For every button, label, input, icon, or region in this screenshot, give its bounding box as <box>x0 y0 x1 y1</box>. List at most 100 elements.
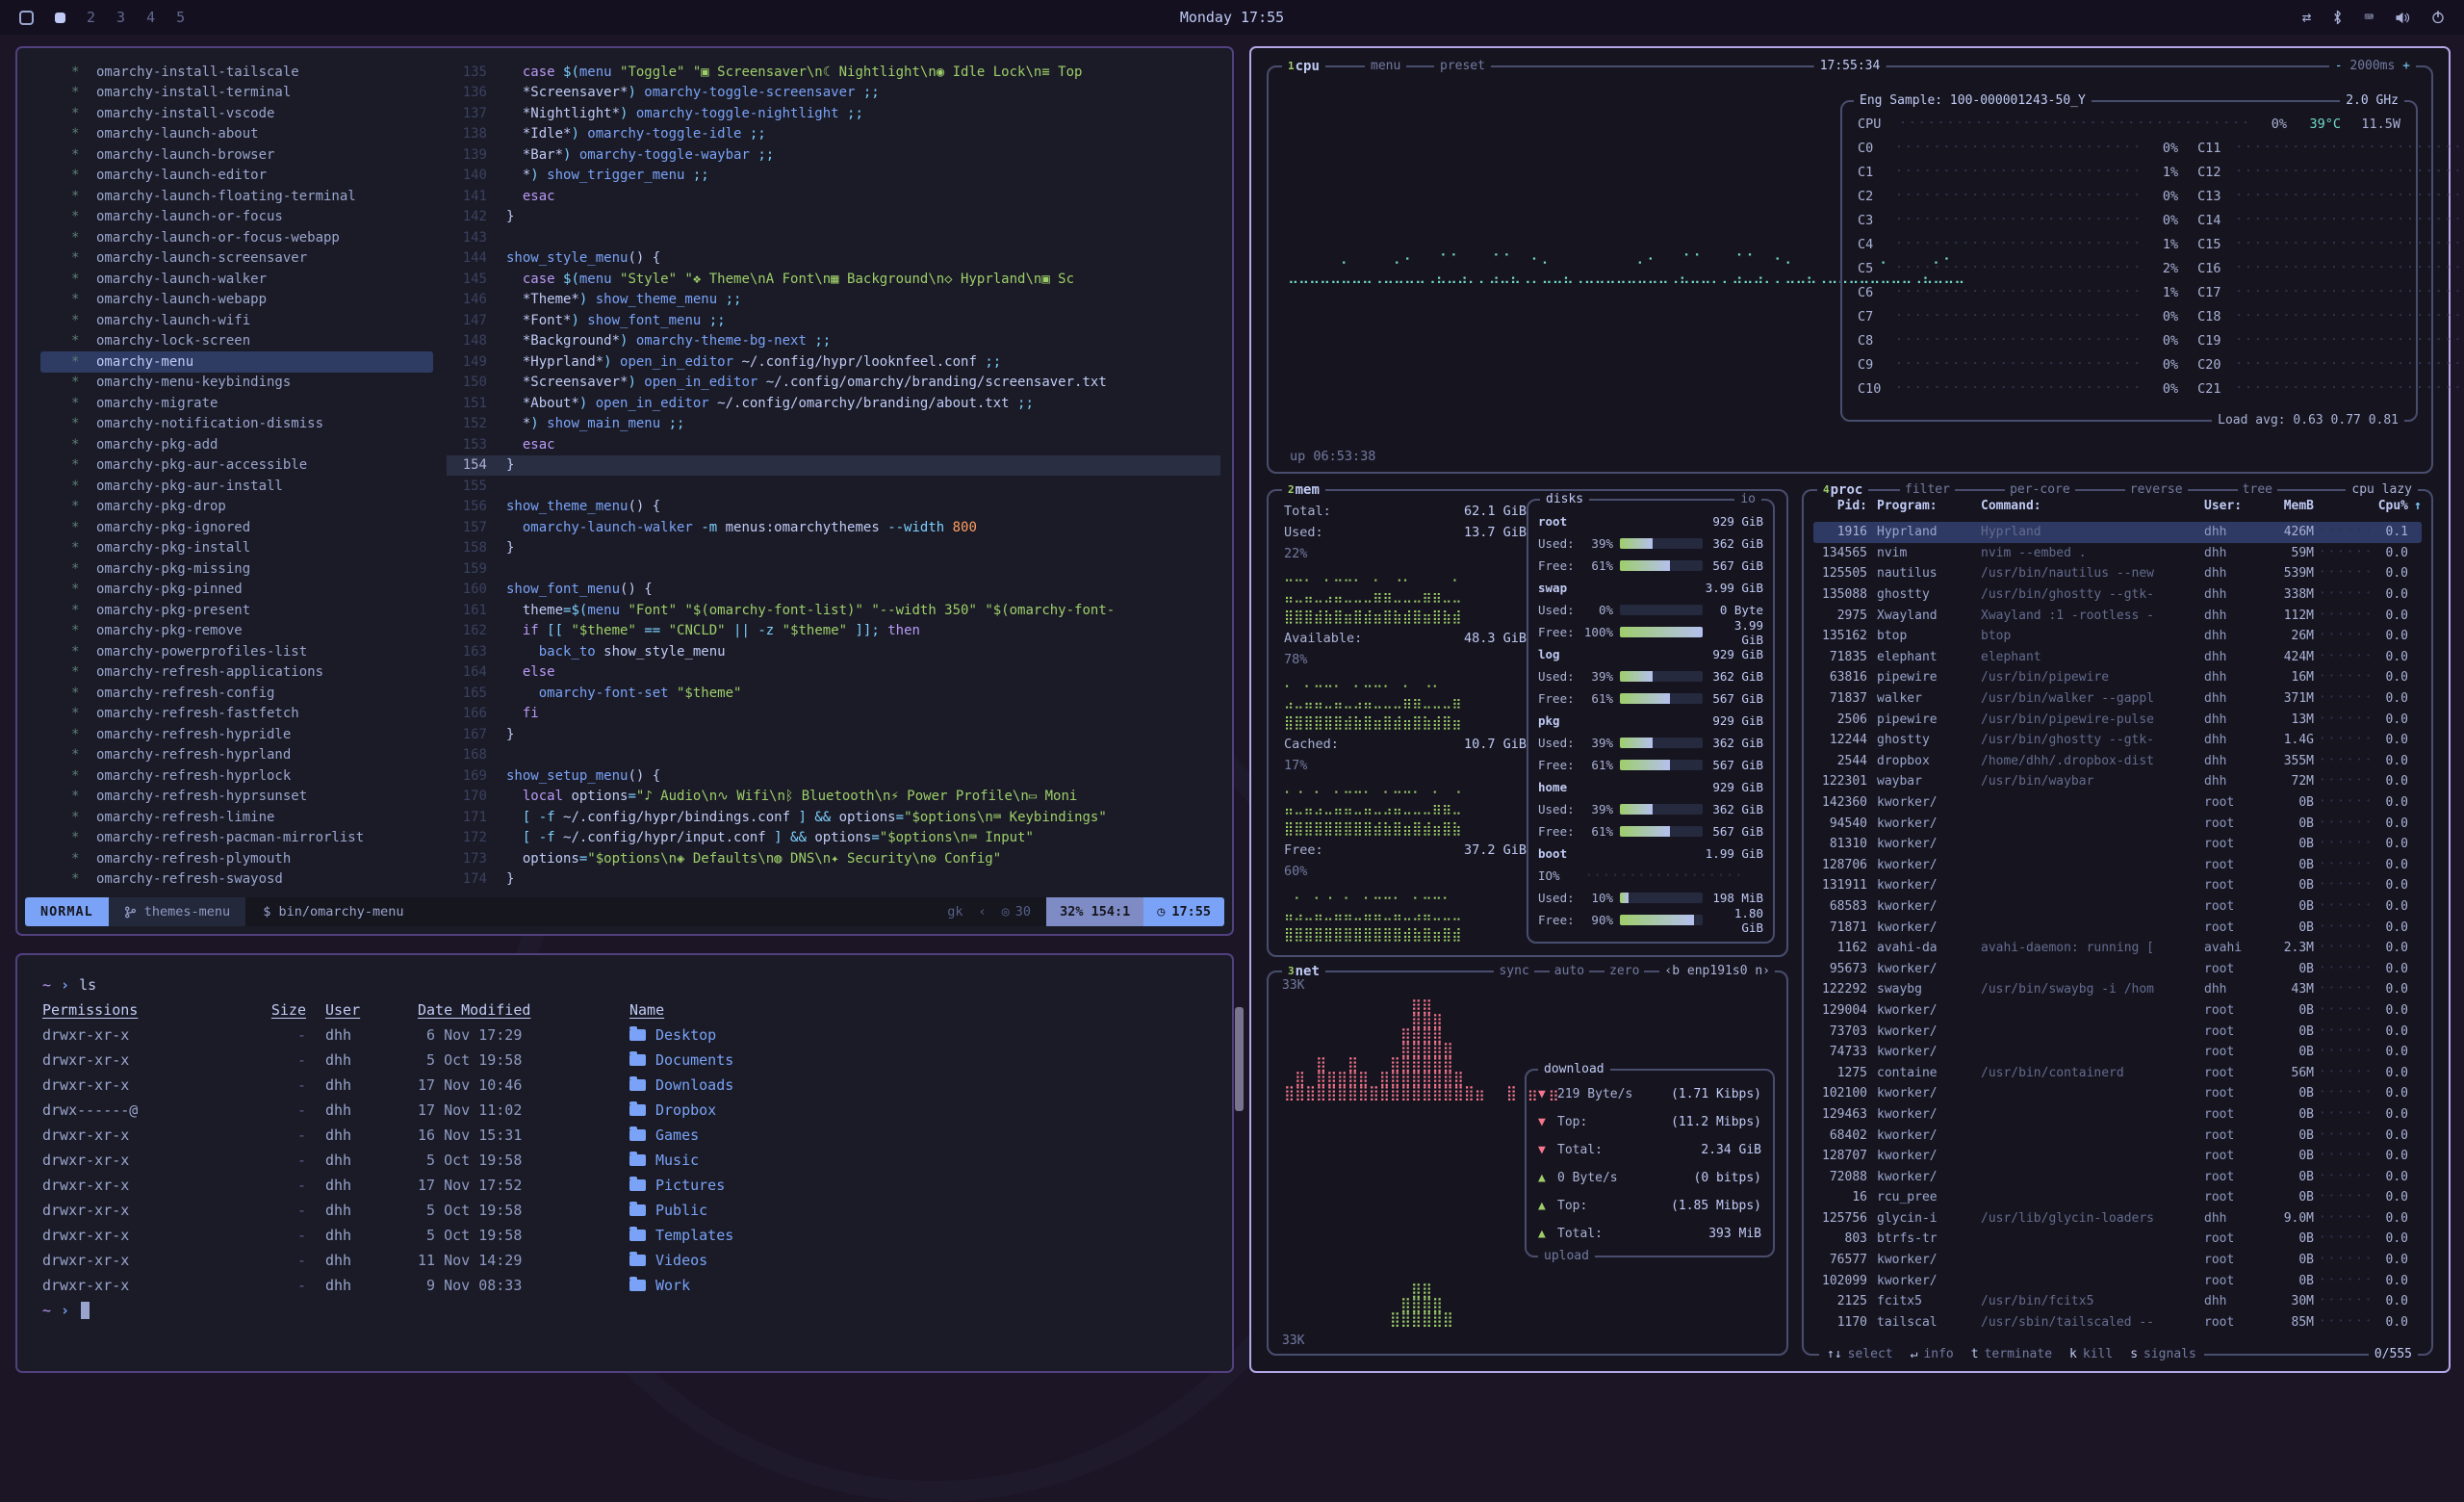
process-row[interactable]: 102099kworker/root0B⠂⠂⠂⠂⠂⠂⠂⠂⠂⠂0.0 <box>1813 1270 2422 1291</box>
preset-button[interactable]: preset <box>1434 58 1491 75</box>
file-tree-item[interactable]: *omarchy-pkg-install <box>40 538 433 559</box>
volume-icon[interactable] <box>2395 12 2410 24</box>
code-line[interactable]: 159 <box>447 558 1220 580</box>
process-row[interactable]: 73703kworker/root0B⠂⠂⠂⠂⠂⠂⠂⠂⠂⠂0.0 <box>1813 1021 2422 1042</box>
proc-footer-action[interactable]: ↵info <box>1911 1346 1954 1363</box>
file-tree-item[interactable]: *omarchy-refresh-swayosd <box>40 869 433 891</box>
process-row[interactable]: 134565nvimnvim --embed .dhh59M⠂⠂⠂⠂⠂⠂⠂⠂⠂⠂… <box>1813 543 2422 564</box>
workspace-1-active-indicator[interactable] <box>55 13 65 23</box>
process-sort-mode[interactable]: cpu lazy <box>2346 481 2418 499</box>
process-row[interactable]: 81310kworker/root0B⠂⠂⠂⠂⠂⠂⠂⠂⠂⠂0.0 <box>1813 834 2422 855</box>
code-line[interactable]: 162 if [[ "$theme" == "CNCLD" || -z "$th… <box>447 621 1220 642</box>
network-interface[interactable]: ‹b enp191s0 n› <box>1659 963 1775 980</box>
workspace-4-button[interactable]: 4 <box>146 9 155 26</box>
code-line[interactable]: 148 *Background*) omarchy-theme-bg-next … <box>447 331 1220 352</box>
file-tree-item[interactable]: *omarchy-powerprofiles-list <box>40 641 433 662</box>
file-tree-item[interactable]: *omarchy-pkg-add <box>40 434 433 455</box>
menu-button[interactable]: menu <box>1365 58 1406 75</box>
file-tree-item[interactable]: *omarchy-launch-browser <box>40 144 433 166</box>
process-row[interactable]: 2975XwaylandXwayland :1 -rootless -dhh11… <box>1813 605 2422 626</box>
proc-footer-action[interactable]: ssignals <box>2130 1346 2196 1363</box>
file-tree-item[interactable]: *omarchy-launch-editor <box>40 166 433 187</box>
code-line[interactable]: 169show_setup_menu() { <box>447 765 1220 787</box>
code-line[interactable]: 172 [ -f ~/.config/hypr/input.conf ] && … <box>447 828 1220 849</box>
code-line[interactable]: 139 *Bar*) omarchy-toggle-waybar ;; <box>447 144 1220 166</box>
code-line[interactable]: 155 <box>447 476 1220 497</box>
process-row[interactable]: 95673kworker/root0B⠂⠂⠂⠂⠂⠂⠂⠂⠂⠂0.0 <box>1813 958 2422 979</box>
process-row[interactable]: 129004kworker/root0B⠂⠂⠂⠂⠂⠂⠂⠂⠂⠂0.0 <box>1813 1000 2422 1022</box>
code-line[interactable]: 151 *About*) open_in_editor ~/.config/om… <box>447 393 1220 414</box>
file-tree-item[interactable]: *omarchy-pkg-remove <box>40 621 433 642</box>
process-row[interactable]: 1162avahi-daavahi-daemon: running [avahi… <box>1813 938 2422 959</box>
terminal-window[interactable]: ~ › ls PermissionsSizeUserDate ModifiedN… <box>15 953 1234 1373</box>
net-option-zero[interactable]: zero <box>1604 963 1644 980</box>
process-row[interactable]: 2125fcitx5/usr/bin/fcitx5dhh30M⠂⠂⠂⠂⠂⠂⠂⠂⠂… <box>1813 1291 2422 1312</box>
code-line[interactable]: 174} <box>447 869 1220 891</box>
code-line[interactable]: 142} <box>447 207 1220 228</box>
file-tree-item[interactable]: *omarchy-refresh-config <box>40 683 433 704</box>
process-row[interactable]: 1916HyprlandHyprlanddhh426M⠂⠂⠂⠂⠂⠂⠂⠂⠂⠂0.1 <box>1813 522 2422 543</box>
file-tree-item[interactable]: *omarchy-menu <box>40 351 433 373</box>
process-row[interactable]: 1275containe/usr/bin/containerdroot56M⠂⠂… <box>1813 1062 2422 1083</box>
process-row[interactable]: 129463kworker/root0B⠂⠂⠂⠂⠂⠂⠂⠂⠂⠂0.0 <box>1813 1104 2422 1126</box>
proc-column-header[interactable]: Pid: <box>1813 499 1877 513</box>
process-row[interactable]: 2544dropbox/home/dhh/.dropbox-distdhh355… <box>1813 751 2422 772</box>
process-row[interactable]: 125756glycin-i/usr/lib/glycin-loadersdhh… <box>1813 1208 2422 1230</box>
proc-column-header[interactable]: User: <box>2204 499 2260 513</box>
code-line[interactable]: 145 case $(menu "Style" "❖ Theme\nA Font… <box>447 269 1220 290</box>
code-line[interactable]: 153 esac <box>447 434 1220 455</box>
file-tree-item[interactable]: *omarchy-refresh-hyprsunset <box>40 787 433 808</box>
workspace-5-button[interactable]: 5 <box>176 9 185 26</box>
code-line[interactable]: 168 <box>447 745 1220 766</box>
process-row[interactable]: 1170tailscal/usr/sbin/tailscaled --root8… <box>1813 1312 2422 1331</box>
interval-increase-button[interactable]: + <box>2402 59 2410 73</box>
file-tree-item[interactable]: *omarchy-launch-or-focus-webapp <box>40 227 433 248</box>
code-line[interactable]: 160show_font_menu() { <box>447 580 1220 601</box>
file-tree-item[interactable]: *omarchy-install-terminal <box>40 83 433 104</box>
process-row[interactable]: 71835elephantelephantdhh424M⠂⠂⠂⠂⠂⠂⠂⠂⠂⠂0.… <box>1813 647 2422 668</box>
process-row[interactable]: 16rcu_preeroot0B⠂⠂⠂⠂⠂⠂⠂⠂⠂⠂0.0 <box>1813 1187 2422 1208</box>
proc-option-tree[interactable]: tree <box>2238 481 2277 499</box>
file-tree-item[interactable]: *omarchy-launch-webapp <box>40 290 433 311</box>
process-row[interactable]: 72088kworker/root0B⠂⠂⠂⠂⠂⠂⠂⠂⠂⠂0.0 <box>1813 1166 2422 1187</box>
proc-footer-action[interactable]: ↑↓select <box>1827 1346 1893 1363</box>
code-line[interactable]: 161 theme=$(menu "Font" "$(omarchy-font-… <box>447 600 1220 621</box>
process-row[interactable]: 125505nautilus/usr/bin/nautilus --newdhh… <box>1813 563 2422 584</box>
file-tree-item[interactable]: *omarchy-menu-keybindings <box>40 373 433 394</box>
omarchy-launcher-icon[interactable] <box>19 11 34 25</box>
process-row[interactable]: 68583kworker/root0B⠂⠂⠂⠂⠂⠂⠂⠂⠂⠂0.0 <box>1813 896 2422 918</box>
proc-column-header[interactable]: Command: <box>1981 499 2204 513</box>
proc-footer-action[interactable]: kkill <box>2069 1346 2113 1363</box>
code-line[interactable]: 166 fi <box>447 704 1220 725</box>
proc-column-header[interactable]: MemB <box>2260 499 2314 513</box>
file-tree-item[interactable]: *omarchy-launch-screensaver <box>40 248 433 270</box>
file-tree-item[interactable]: *omarchy-lock-screen <box>40 331 433 352</box>
file-tree-item[interactable]: *omarchy-refresh-hyprland <box>40 745 433 766</box>
code-line[interactable]: 158} <box>447 538 1220 559</box>
process-row[interactable]: 2506pipewire/usr/bin/pipewire-pulsedhh13… <box>1813 709 2422 730</box>
file-tree-item[interactable]: *omarchy-launch-about <box>40 124 433 145</box>
proc-column-header[interactable]: Program: <box>1877 499 1981 513</box>
file-tree-item[interactable]: *omarchy-pkg-ignored <box>40 517 433 538</box>
process-row[interactable]: 102100kworker/root0B⠂⠂⠂⠂⠂⠂⠂⠂⠂⠂0.0 <box>1813 1083 2422 1104</box>
code-line[interactable]: 144show_style_menu() { <box>447 248 1220 270</box>
process-row[interactable]: 128706kworker/root0B⠂⠂⠂⠂⠂⠂⠂⠂⠂⠂0.0 <box>1813 855 2422 876</box>
file-tree-item[interactable]: *omarchy-launch-walker <box>40 269 433 290</box>
code-line[interactable]: 154} <box>447 455 1220 477</box>
code-line[interactable]: 141 esac <box>447 186 1220 207</box>
code-line[interactable]: 164 else <box>447 662 1220 684</box>
file-tree-item[interactable]: *omarchy-refresh-pacman-mirrorlist <box>40 828 433 849</box>
file-tree-item[interactable]: *omarchy-refresh-limine <box>40 807 433 828</box>
process-row[interactable]: 94540kworker/root0B⠂⠂⠂⠂⠂⠂⠂⠂⠂⠂0.0 <box>1813 813 2422 834</box>
process-row[interactable]: 803btrfs-trroot0B⠂⠂⠂⠂⠂⠂⠂⠂⠂⠂0.0 <box>1813 1229 2422 1250</box>
process-row[interactable]: 76577kworker/root0B⠂⠂⠂⠂⠂⠂⠂⠂⠂⠂0.0 <box>1813 1250 2422 1271</box>
disks-panel-title[interactable]: disks <box>1540 491 1589 508</box>
file-tree-item[interactable]: *omarchy-refresh-hypridle <box>40 724 433 745</box>
process-row[interactable]: 122301waybar/usr/bin/waybardhh72M⠂⠂⠂⠂⠂⠂⠂… <box>1813 771 2422 792</box>
process-row[interactable]: 71871kworker/root0B⠂⠂⠂⠂⠂⠂⠂⠂⠂⠂0.0 <box>1813 917 2422 938</box>
file-tree-item[interactable]: *omarchy-pkg-aur-install <box>40 476 433 497</box>
file-tree-item[interactable]: *omarchy-refresh-plymouth <box>40 848 433 869</box>
file-tree-item[interactable]: *omarchy-pkg-missing <box>40 558 433 580</box>
code-line[interactable]: 156show_theme_menu() { <box>447 497 1220 518</box>
process-row[interactable]: 12244ghostty/usr/bin/ghostty --gtk-dhh1.… <box>1813 730 2422 751</box>
